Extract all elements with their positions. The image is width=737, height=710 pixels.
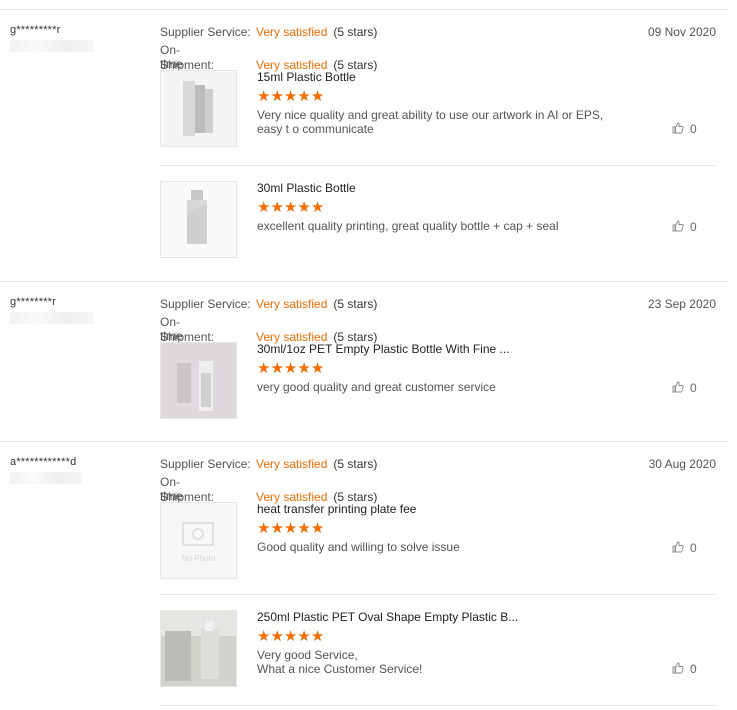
review-divider xyxy=(0,441,727,442)
bottle-image xyxy=(161,182,236,257)
review-divider xyxy=(0,281,727,282)
review-date: 09 Nov 2020 xyxy=(647,25,716,39)
like-count: 0 xyxy=(690,381,697,395)
no-photo-label: No Photo xyxy=(181,554,216,563)
product-title[interactable]: 30ml Plastic Bottle xyxy=(257,181,356,195)
star-icon: ★ xyxy=(270,199,284,216)
star-icon: ★ xyxy=(257,360,271,377)
star-icon: ★ xyxy=(310,199,325,216)
review-comment: Very nice quality and great ability to u… xyxy=(257,108,604,136)
like-button[interactable]: 0 xyxy=(672,541,697,555)
rating-stars: ★★★★★ xyxy=(257,629,324,644)
star-icon: ★ xyxy=(270,520,284,537)
star-icon: ★ xyxy=(297,628,311,645)
no-photo-icon xyxy=(182,522,214,546)
supplier-service-row: Supplier Service: Very satisfied (5 stars) xyxy=(160,25,378,39)
review-comment: very good quality and great customer ser… xyxy=(257,380,496,394)
reviewer-country-blurred xyxy=(10,312,94,324)
star-icon: ★ xyxy=(270,360,284,377)
product-title[interactable]: heat transfer printing plate fee xyxy=(257,502,416,516)
supplier-service-row: Supplier Service: Very satisfied (5 stars) xyxy=(160,457,378,471)
thumbs-up-icon xyxy=(672,220,684,232)
star-icon: ★ xyxy=(283,199,298,216)
reviewer-name: g*********r xyxy=(10,24,61,36)
like-button[interactable]: 0 xyxy=(672,662,697,676)
review-comment: Very good Service, What a nice Customer … xyxy=(257,648,423,676)
thumbs-up-icon xyxy=(672,381,684,393)
star-icon: ★ xyxy=(283,628,298,645)
like-button[interactable]: 0 xyxy=(672,220,697,234)
rating-stars: ★★★★★ xyxy=(257,89,324,104)
product-title[interactable]: 250ml Plastic PET Oval Shape Empty Plast… xyxy=(257,610,518,624)
supplier-service-row: Supplier Service: Very satisfied (5 stars) xyxy=(160,297,378,311)
review-date: 30 Aug 2020 xyxy=(648,457,716,471)
like-button[interactable]: 0 xyxy=(672,381,697,395)
rating-stars: ★★★★★ xyxy=(257,200,324,215)
review-date: 23 Sep 2020 xyxy=(647,297,716,311)
like-count: 0 xyxy=(690,122,697,136)
product-title[interactable]: 30ml/1oz PET Empty Plastic Bottle With F… xyxy=(257,342,510,356)
bottle-image xyxy=(161,611,236,686)
like-count: 0 xyxy=(690,541,697,555)
reviewer-country-blurred xyxy=(10,472,82,484)
star-icon: ★ xyxy=(297,199,311,216)
star-icon: ★ xyxy=(270,88,284,105)
item-divider xyxy=(160,594,716,595)
star-icon: ★ xyxy=(283,520,298,537)
star-icon: ★ xyxy=(257,520,271,537)
rating-stars: ★★★★★ xyxy=(257,361,324,376)
star-icon: ★ xyxy=(283,360,298,377)
star-icon: ★ xyxy=(297,88,311,105)
product-thumbnail[interactable] xyxy=(160,342,237,419)
reviewer-country-blurred xyxy=(10,40,94,52)
review-comment: excellent quality printing, great qualit… xyxy=(257,219,559,233)
review-comment: Good quality and willing to solve issue xyxy=(257,540,460,554)
thumbs-up-icon xyxy=(672,541,684,553)
star-icon: ★ xyxy=(310,520,325,537)
star-icon: ★ xyxy=(257,88,271,105)
product-title[interactable]: 15ml Plastic Bottle xyxy=(257,70,356,84)
item-divider xyxy=(160,165,716,166)
star-icon: ★ xyxy=(283,88,298,105)
bottle-image xyxy=(183,81,213,136)
star-icon: ★ xyxy=(257,199,271,216)
star-icon: ★ xyxy=(297,360,311,377)
like-count: 0 xyxy=(690,662,697,676)
like-count: 0 xyxy=(690,220,697,234)
reviewer-info: a************d xyxy=(10,456,82,484)
star-icon: ★ xyxy=(297,520,311,537)
star-icon: ★ xyxy=(270,628,284,645)
product-thumbnail[interactable] xyxy=(160,610,237,687)
like-button[interactable]: 0 xyxy=(672,122,697,136)
item-divider xyxy=(160,705,716,706)
bottle-image xyxy=(161,343,236,418)
product-thumbnail[interactable]: No Photo xyxy=(160,502,237,579)
reviewer-name: a************d xyxy=(10,456,77,468)
rating-stars: ★★★★★ xyxy=(257,521,324,536)
star-icon: ★ xyxy=(310,88,325,105)
star-icon: ★ xyxy=(310,628,325,645)
star-icon: ★ xyxy=(257,628,271,645)
product-thumbnail[interactable] xyxy=(160,70,237,147)
reviewer-info: g********r xyxy=(10,296,94,324)
reviewer-name: g********r xyxy=(10,296,57,308)
star-icon: ★ xyxy=(310,360,325,377)
thumbs-up-icon xyxy=(672,662,684,674)
product-thumbnail[interactable] xyxy=(160,181,237,258)
top-divider xyxy=(0,9,727,10)
reviewer-info: g*********r xyxy=(10,24,94,52)
thumbs-up-icon xyxy=(672,122,684,134)
